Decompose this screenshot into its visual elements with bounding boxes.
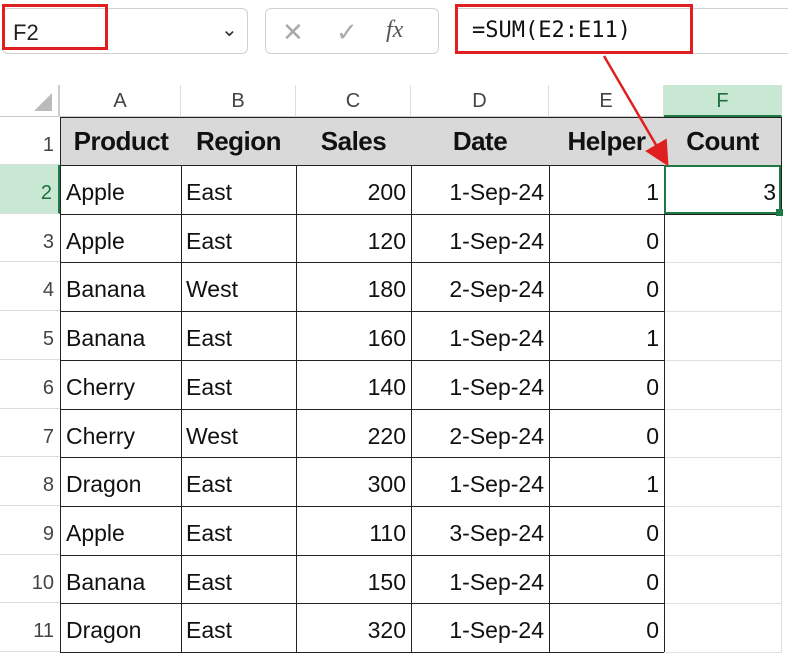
annotation-arrow: [0, 0, 788, 656]
